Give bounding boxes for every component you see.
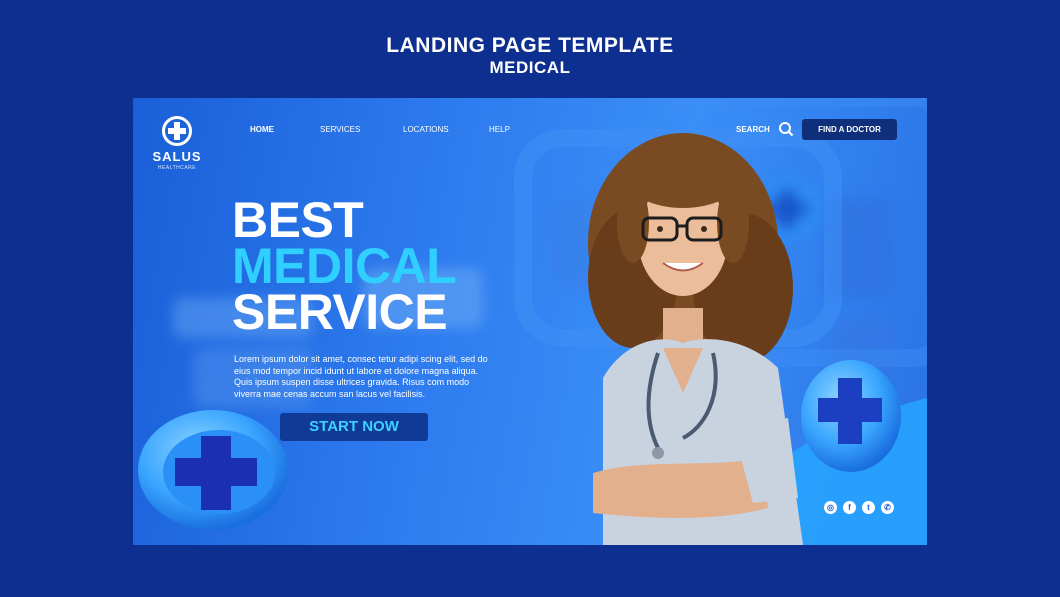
page-title: LANDING PAGE TEMPLATE [386, 34, 674, 57]
hero-description: Lorem ipsum dolor sit amet, consec tetur… [234, 354, 488, 399]
logo-tagline: HEALTHCARE [157, 165, 197, 171]
headline-line-service: SERVICE [232, 284, 448, 340]
start-now-button[interactable]: START NOW [280, 413, 428, 441]
nav-item-locations[interactable]: LOCATIONS [403, 125, 449, 134]
search-icon[interactable] [778, 121, 794, 137]
salus-logo[interactable]: SALUS HEALTHCARE [148, 116, 206, 171]
headline-line-medical: MEDICAL [232, 238, 457, 294]
nav-item-home[interactable]: HOME [250, 125, 274, 134]
twitter-icon[interactable]: t [862, 501, 875, 514]
doctor-photo [588, 133, 803, 545]
landing-card: SALUS HEALTHCARE HOME SERVICES LOCATIONS… [133, 98, 927, 545]
medical-cross-icon [162, 116, 192, 146]
search-label[interactable]: SEARCH [736, 125, 770, 134]
nav-item-help[interactable]: HELP [489, 125, 510, 134]
find-doctor-button[interactable]: FIND A DOCTOR [802, 119, 897, 140]
headline-line-best: BEST [232, 192, 364, 248]
facebook-icon[interactable]: f [843, 501, 856, 514]
instagram-icon[interactable]: ◎ [824, 501, 837, 514]
nav-item-services[interactable]: SERVICES [320, 125, 360, 134]
hero-headline: BEST MEDICAL SERVICE [232, 192, 457, 340]
logo-name: SALUS [152, 149, 202, 164]
page-subtitle: MEDICAL [489, 58, 571, 77]
whatsapp-icon[interactable]: ✆ [881, 501, 894, 514]
